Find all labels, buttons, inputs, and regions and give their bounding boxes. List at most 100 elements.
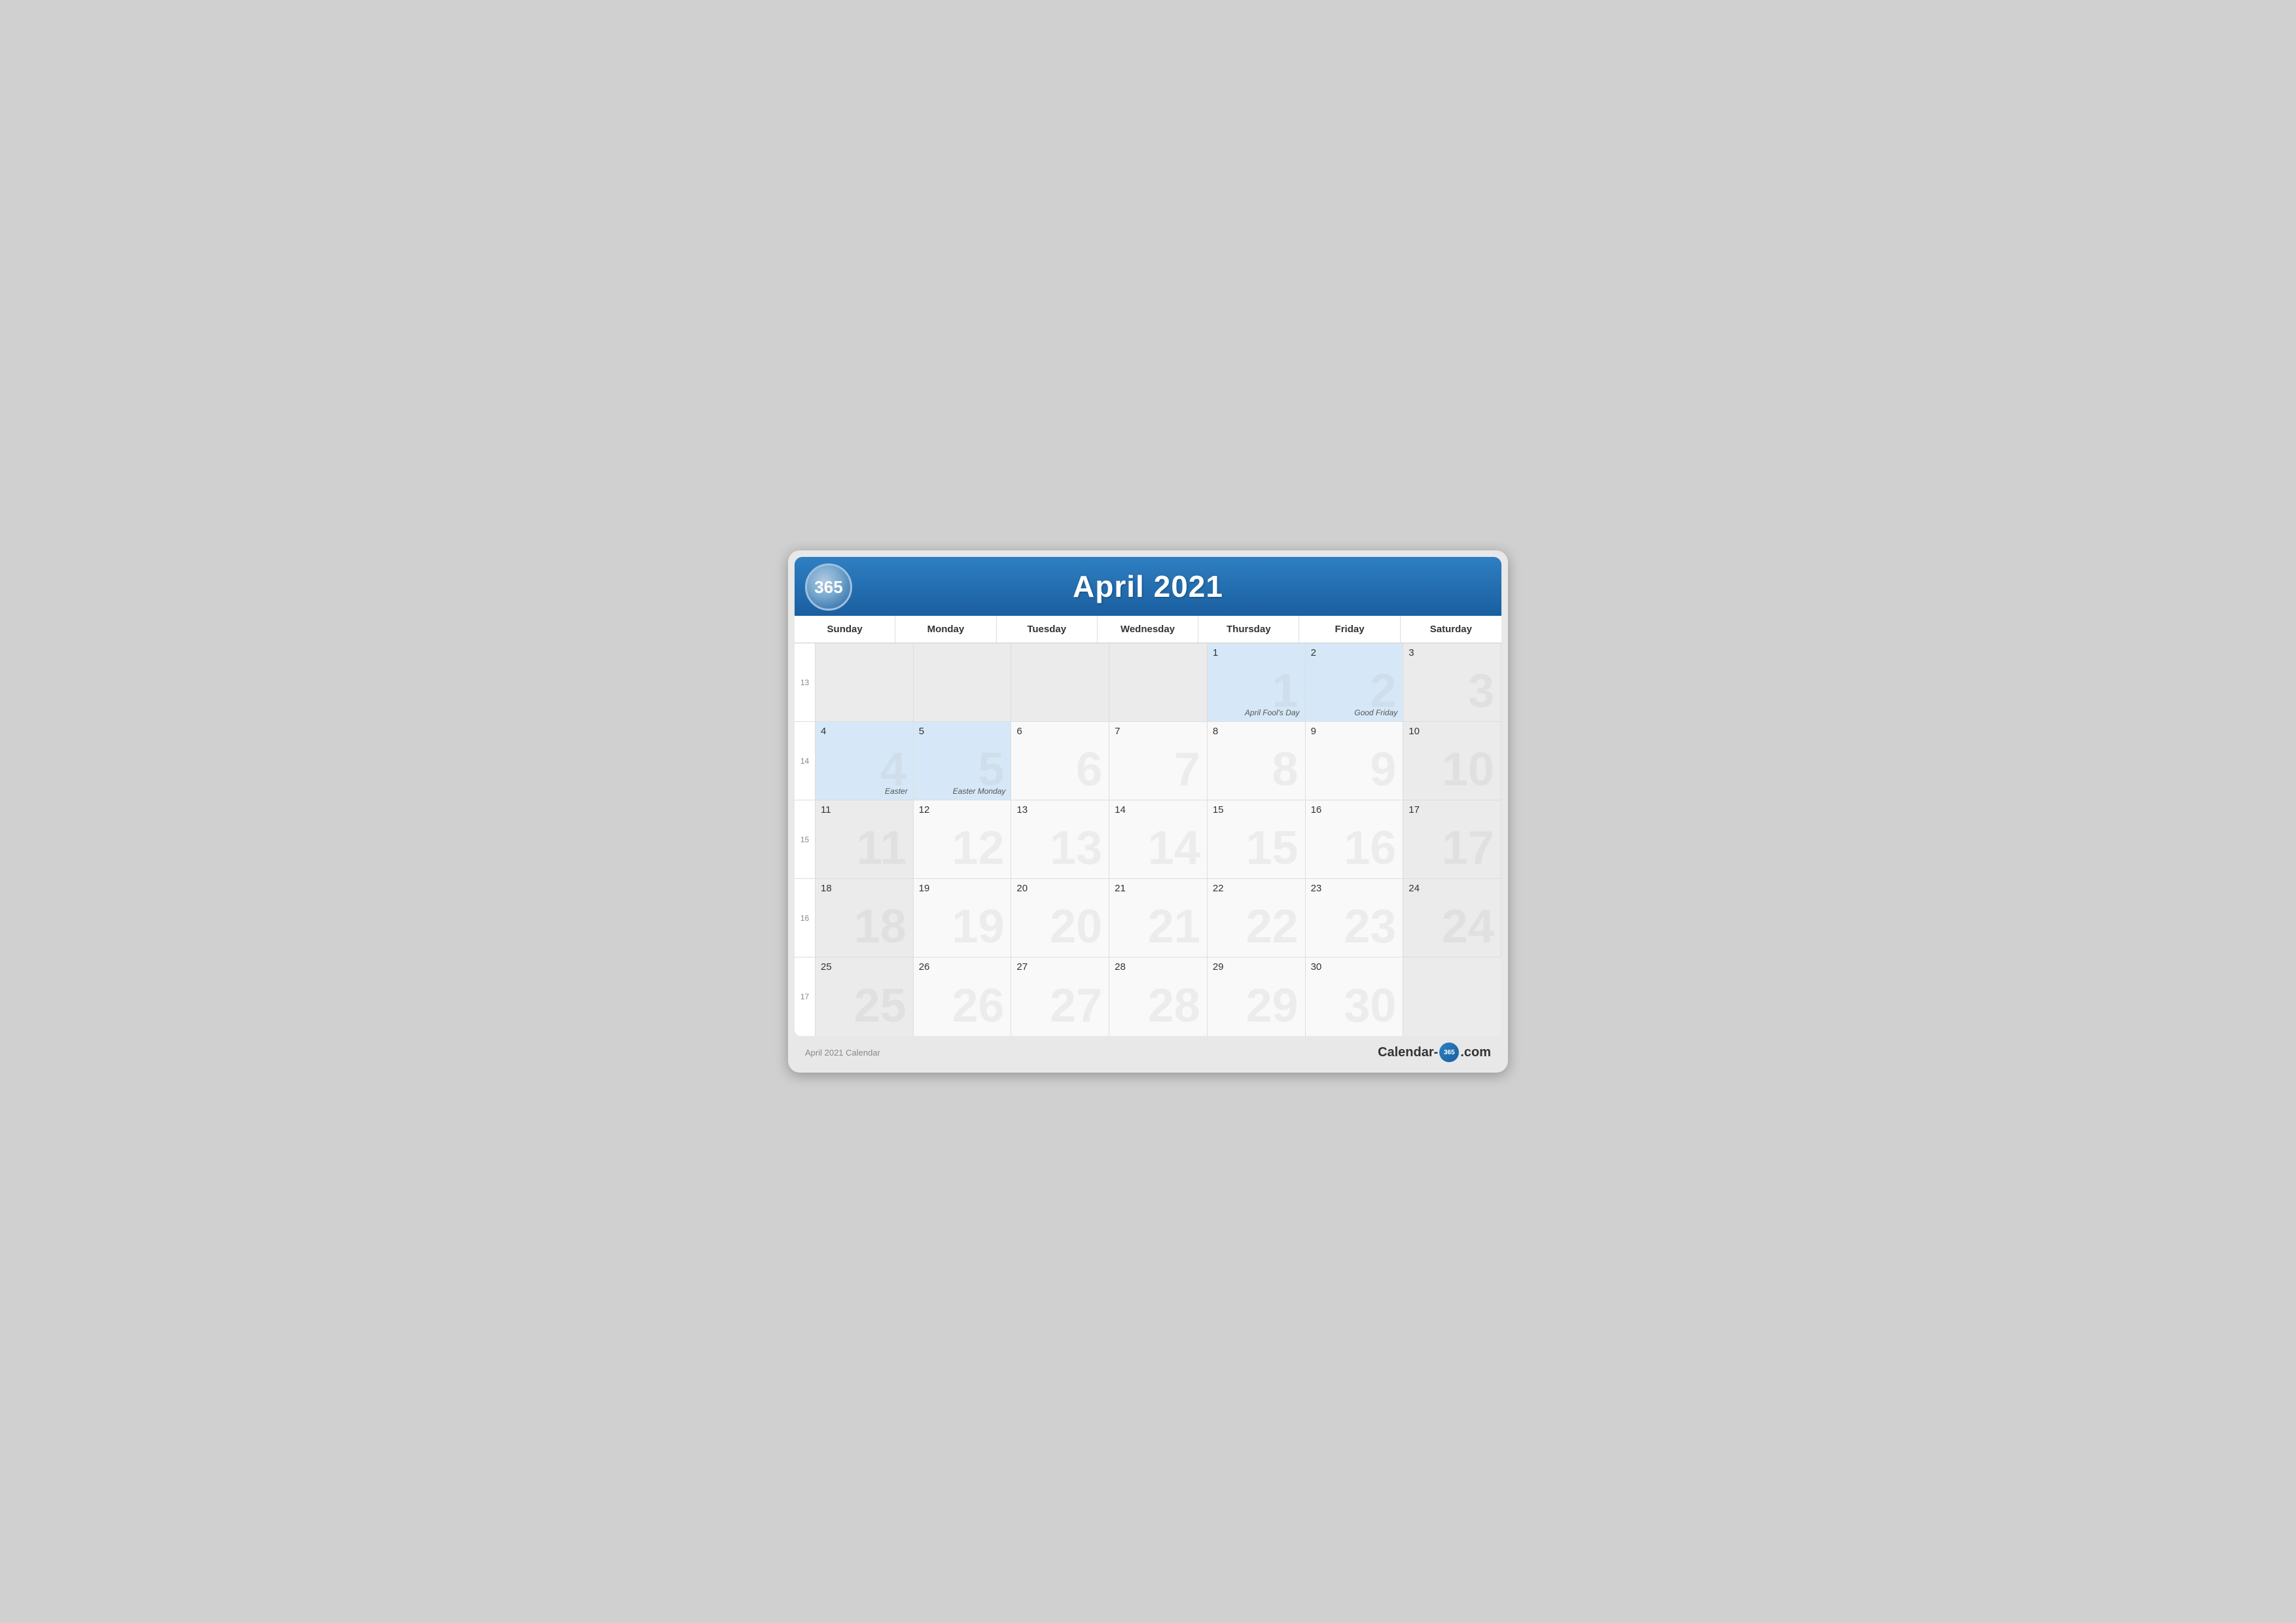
day-cell-8: 88 xyxy=(1208,722,1306,800)
day-number: 1 xyxy=(1213,647,1300,658)
day-cell-empty xyxy=(1011,643,1109,722)
day-cell-empty xyxy=(816,643,914,722)
day-number: 12 xyxy=(919,804,1006,815)
day-watermark: 6 xyxy=(1076,746,1102,793)
day-header-wednesday: Wednesday xyxy=(1098,616,1198,643)
day-cell-4: 44Easter xyxy=(816,722,914,800)
day-number: 20 xyxy=(1016,883,1103,894)
day-watermark: 14 xyxy=(1148,825,1200,872)
day-cell-6: 66 xyxy=(1011,722,1109,800)
day-cell-empty xyxy=(1109,643,1208,722)
day-cell-12: 12 12 xyxy=(914,800,1012,879)
day-watermark: 9 xyxy=(1370,746,1396,793)
days-header: Sunday Monday Tuesday Wednesday Thursday… xyxy=(795,616,1501,643)
day-cell-empty xyxy=(914,643,1012,722)
day-cell-9: 99 xyxy=(1306,722,1404,800)
day-header-thursday: Thursday xyxy=(1198,616,1299,643)
day-number: 14 xyxy=(1115,804,1202,815)
day-cell-23: 2323 xyxy=(1306,879,1404,957)
day-header-friday: Friday xyxy=(1299,616,1400,643)
day-cell-24: 24 24 xyxy=(1403,879,1501,957)
day-watermark: 20 xyxy=(1050,903,1102,950)
day-watermark: 27 xyxy=(1050,982,1102,1029)
day-cell-22: 22 22 xyxy=(1208,879,1306,957)
day-cell-7: 77 xyxy=(1109,722,1208,800)
day-watermark: 13 xyxy=(1050,825,1102,872)
day-watermark: 3 xyxy=(1468,668,1494,715)
day-number: 24 xyxy=(1408,883,1496,894)
day-number: 17 xyxy=(1408,804,1496,815)
day-watermark: 16 xyxy=(1344,825,1396,872)
day-number: 21 xyxy=(1115,883,1202,894)
day-watermark: 22 xyxy=(1246,903,1298,950)
day-watermark: 29 xyxy=(1246,982,1298,1029)
day-cell-2: 22Good Friday xyxy=(1306,643,1404,722)
day-watermark: 12 xyxy=(952,825,1004,872)
day-number: 10 xyxy=(1408,726,1496,737)
day-watermark: 15 xyxy=(1246,825,1298,872)
day-cell-30: 30 30 xyxy=(1306,957,1404,1036)
day-cell-17: 1717 xyxy=(1403,800,1501,879)
day-cell-16: 1616 xyxy=(1306,800,1404,879)
day-watermark: 26 xyxy=(952,982,1004,1029)
footer-left-text: April 2021 Calendar xyxy=(805,1048,880,1058)
week-number-16: 16 xyxy=(795,879,816,957)
day-cell-29: 29 29 xyxy=(1208,957,1306,1036)
day-header-monday: Monday xyxy=(895,616,996,643)
day-header-saturday: Saturday xyxy=(1401,616,1501,643)
day-number: 3 xyxy=(1408,647,1496,658)
day-header-tuesday: Tuesday xyxy=(997,616,1098,643)
day-cell-1: 11April Fool's Day xyxy=(1208,643,1306,722)
calendar-body: Sunday Monday Tuesday Wednesday Thursday… xyxy=(795,616,1501,1036)
day-number: 9 xyxy=(1311,726,1398,737)
week-number-13: 13 xyxy=(795,643,816,722)
day-number: 19 xyxy=(919,883,1006,894)
day-watermark: 30 xyxy=(1344,982,1396,1029)
calendar-header: 365 April 2021 xyxy=(795,557,1501,616)
day-number: 6 xyxy=(1016,726,1103,737)
day-header-sunday: Sunday xyxy=(795,616,895,643)
day-cell-10: 10 10 xyxy=(1403,722,1501,800)
calendar-footer: April 2021 Calendar Calendar- 365 .com xyxy=(795,1036,1501,1066)
day-cell-11: 11 11 xyxy=(816,800,914,879)
holiday-label: Good Friday xyxy=(1311,708,1398,717)
day-cell-14: 14 14 xyxy=(1109,800,1208,879)
day-cell-27: 27 27 xyxy=(1011,957,1109,1036)
day-number: 18 xyxy=(821,883,908,894)
day-cell-13: 1313 xyxy=(1011,800,1109,879)
day-number: 30 xyxy=(1311,961,1398,972)
day-number: 15 xyxy=(1213,804,1300,815)
day-watermark: 18 xyxy=(854,903,906,950)
day-number: 16 xyxy=(1311,804,1398,815)
day-cell-5: 55Easter Monday xyxy=(914,722,1012,800)
day-number: 5 xyxy=(919,726,1006,737)
day-cell-18: 1818 xyxy=(816,879,914,957)
day-number: 27 xyxy=(1016,961,1103,972)
footer-logo-prefix: Calendar- xyxy=(1378,1045,1438,1060)
day-cell-19: 1919 xyxy=(914,879,1012,957)
holiday-label: Easter Monday xyxy=(919,787,1006,796)
logo-circle: 365 xyxy=(805,563,852,611)
day-watermark: 7 xyxy=(1174,746,1200,793)
day-number: 7 xyxy=(1115,726,1202,737)
day-number: 22 xyxy=(1213,883,1300,894)
holiday-label: Easter xyxy=(821,787,908,796)
day-number: 29 xyxy=(1213,961,1300,972)
day-cell-3: 33 xyxy=(1403,643,1501,722)
day-watermark: 11 xyxy=(857,825,906,872)
day-watermark: 17 xyxy=(1442,825,1494,872)
day-number: 11 xyxy=(821,804,908,815)
footer-logo: Calendar- 365 .com xyxy=(1378,1043,1491,1062)
footer-logo-circle: 365 xyxy=(1439,1043,1459,1062)
week-number-17: 17 xyxy=(795,957,816,1036)
day-watermark: 19 xyxy=(952,903,1004,950)
day-watermark: 24 xyxy=(1442,903,1494,950)
day-cell-20: 2020 xyxy=(1011,879,1109,957)
day-cell-25: 2525 xyxy=(816,957,914,1036)
day-cell-15: 1515 xyxy=(1208,800,1306,879)
day-cell-21: 21 21 xyxy=(1109,879,1208,957)
day-watermark: 10 xyxy=(1442,746,1494,793)
day-watermark: 21 xyxy=(1148,903,1200,950)
day-number: 2 xyxy=(1311,647,1398,658)
day-watermark: 8 xyxy=(1272,746,1299,793)
